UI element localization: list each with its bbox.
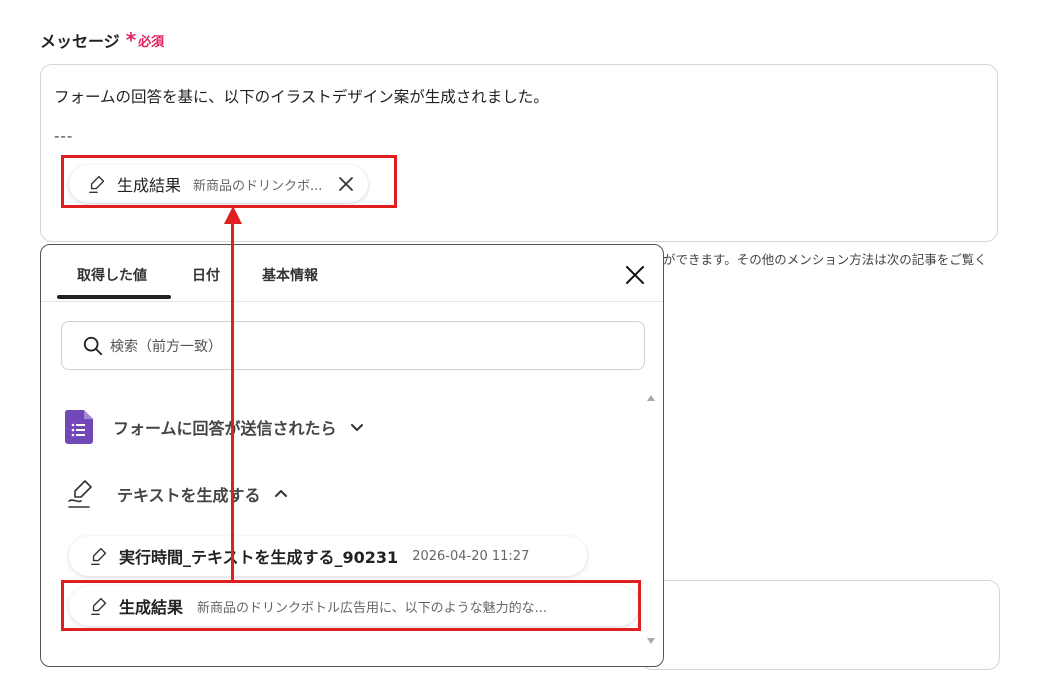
search-icon [83, 336, 103, 355]
group-label: フォームに回答が送信されたら [113, 419, 337, 438]
group-form-submitted[interactable]: フォームに回答が送信されたら [65, 410, 365, 444]
tab-date[interactable]: 日付 [192, 265, 220, 285]
search-input[interactable]: 検索（前方一致） [61, 321, 645, 370]
variable-item-exec-time[interactable]: 実行時間_テキストを生成する_90231 2026-04-20 11:27 [69, 536, 587, 576]
message-field-label: メッセージ * 必須 [40, 28, 164, 52]
pen-icon [68, 480, 92, 508]
group-label: テキストを生成する [117, 486, 261, 505]
pen-icon [91, 547, 107, 565]
highlight-box-result [61, 580, 641, 631]
required-star: * [125, 28, 137, 52]
message-textarea[interactable]: フォームの回答を基に、以下のイラストデザイン案が生成されました。 --- 生成結… [40, 64, 998, 242]
highlight-box-chip [61, 155, 397, 208]
chevron-up-icon[interactable] [273, 486, 289, 502]
next-input-box[interactable] [640, 580, 1000, 670]
mention-hint-text: ができます。その他のメンション方法は次の記事をご覧く [663, 252, 987, 267]
scroll-down-arrow[interactable] [647, 638, 655, 644]
group-generate-text[interactable]: テキストを生成する [65, 477, 289, 511]
message-line-1: フォームの回答を基に、以下のイラストデザイン案が生成されました。 [54, 88, 549, 106]
message-line-2: --- [54, 127, 74, 145]
annotation-arrow-line [231, 222, 234, 582]
variable-item-title: 実行時間_テキストを生成する_90231 [119, 548, 399, 567]
chevron-down-icon[interactable] [349, 419, 365, 435]
google-forms-icon [65, 410, 93, 444]
tab-acquired-values[interactable]: 取得した値 [77, 265, 147, 285]
tab-basic-info[interactable]: 基本情報 [262, 265, 318, 285]
scroll-up-arrow[interactable] [647, 395, 655, 401]
search-placeholder: 検索（前方一致） [110, 338, 222, 355]
close-icon[interactable] [625, 265, 645, 285]
required-text: 必須 [138, 34, 165, 50]
field-label-text: メッセージ [40, 32, 120, 51]
annotation-arrow-head [224, 206, 242, 224]
picker-tabs: 取得した値 日付 基本情報 [41, 245, 663, 302]
variable-item-value: 2026-04-20 11:27 [412, 548, 530, 564]
active-tab-indicator [57, 295, 171, 299]
